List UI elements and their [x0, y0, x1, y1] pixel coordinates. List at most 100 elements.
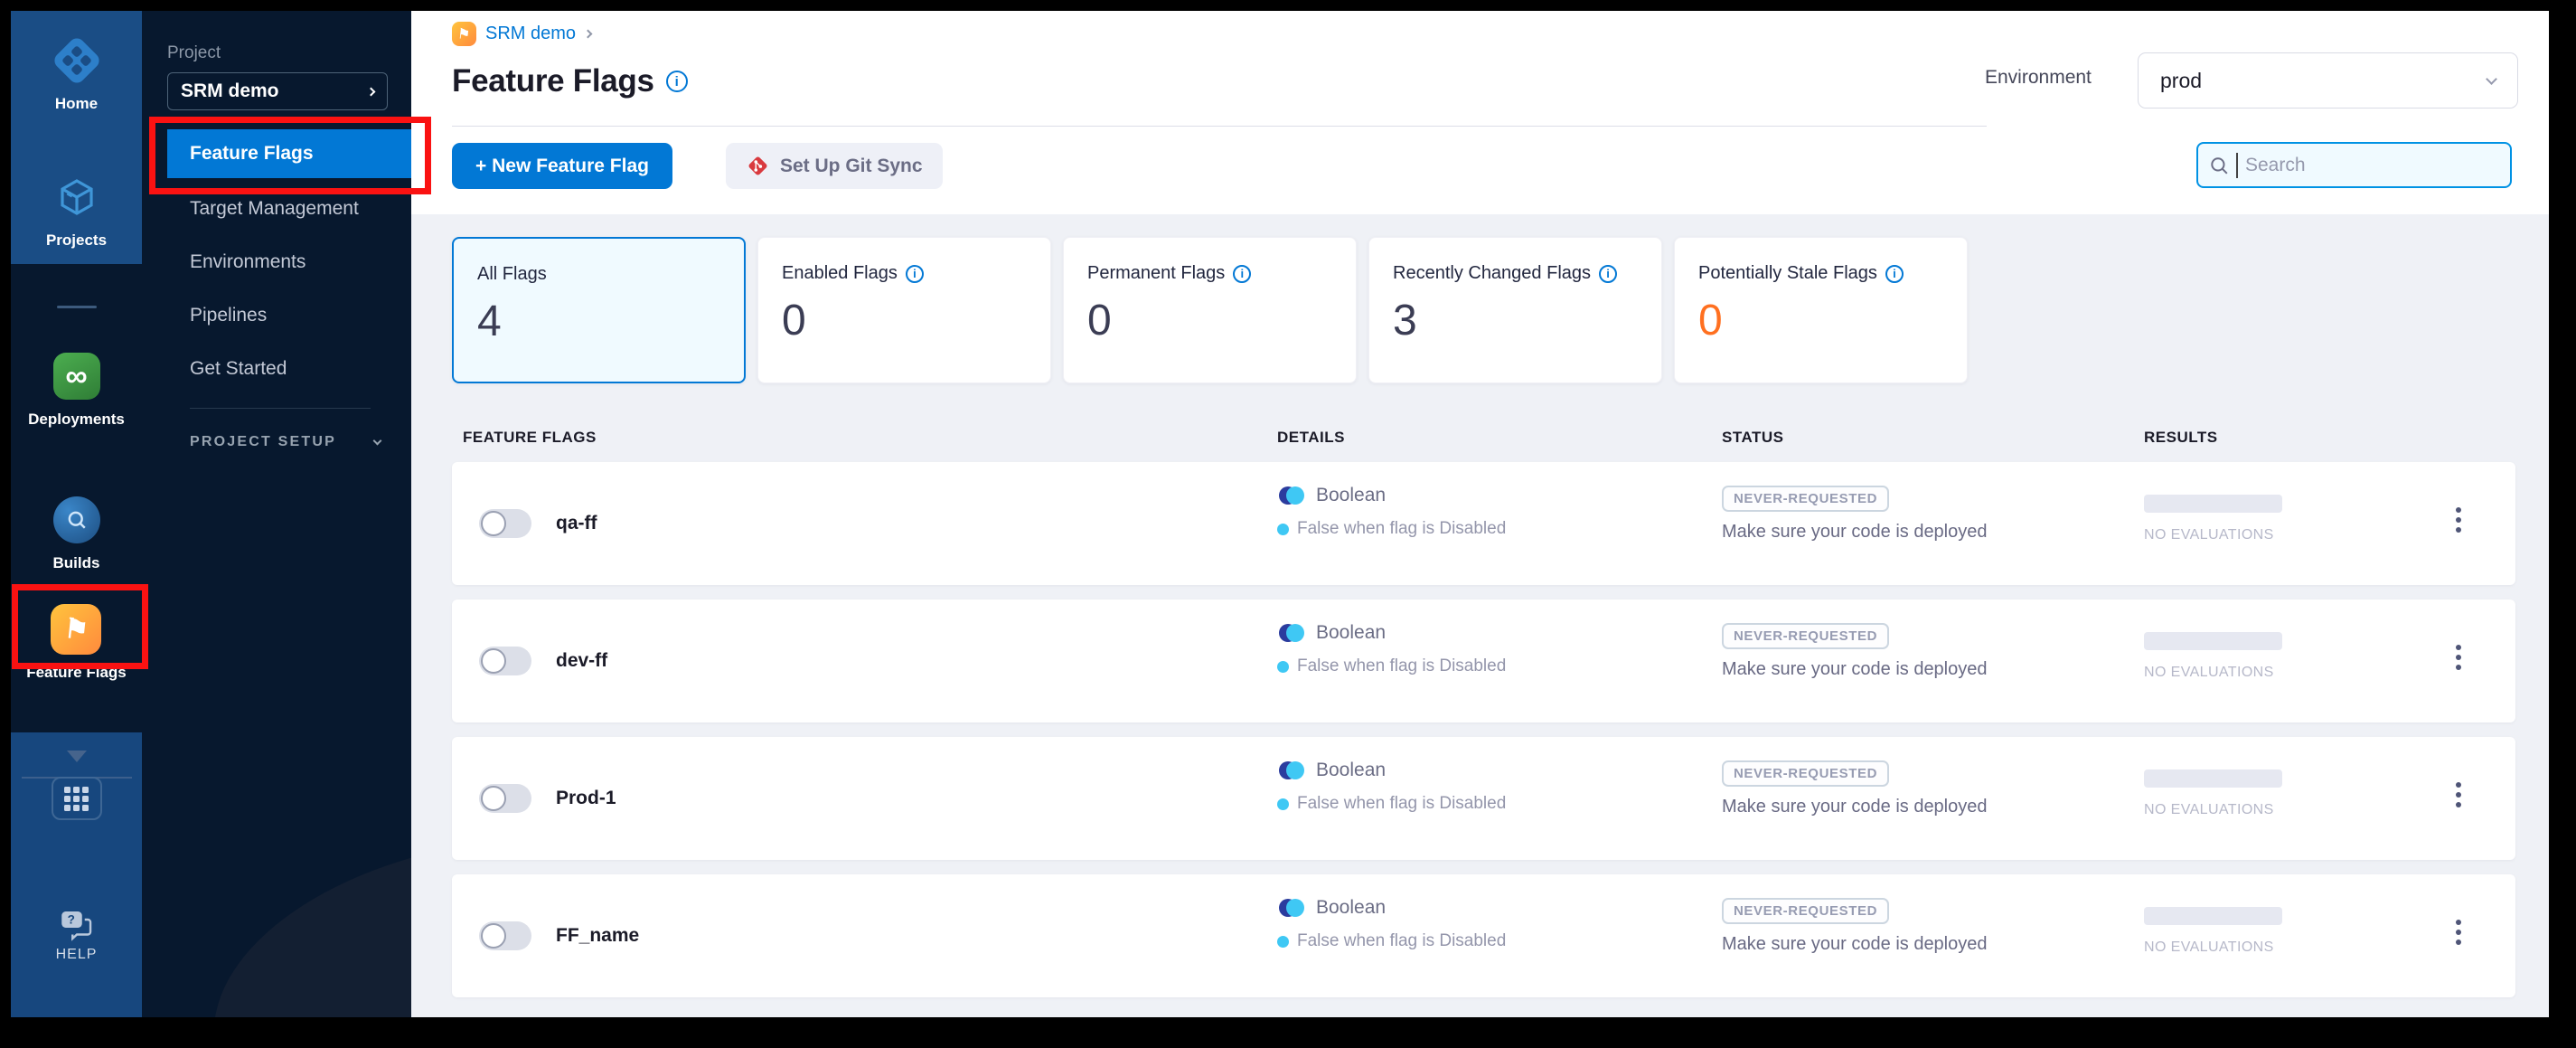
- flag-results: NO EVALUATIONS: [2144, 495, 2282, 543]
- flag-status: NEVER-REQUESTED Make sure your code is d…: [1722, 623, 1988, 680]
- sidebar-item-label: Deployments: [28, 411, 125, 428]
- chevron-down-icon[interactable]: [66, 751, 87, 762]
- environment-label: Environment: [1985, 67, 2092, 88]
- column-header-details: DETAILS: [1277, 429, 1345, 446]
- variation-dot-icon: [1277, 523, 1289, 535]
- status-badge: NEVER-REQUESTED: [1722, 623, 1890, 649]
- boolean-type-icon: [1279, 624, 1304, 642]
- stat-card-value: 4: [477, 297, 502, 345]
- variation-dot-icon: [1277, 798, 1289, 810]
- status-note: Make sure your code is deployed: [1722, 934, 1988, 954]
- table-row[interactable]: Prod-1 Boolean False when flag is Disabl…: [452, 737, 2515, 860]
- row-options-menu-button[interactable]: [2452, 504, 2465, 536]
- search-input[interactable]: [2245, 154, 2499, 176]
- help-label: HELP: [55, 947, 98, 962]
- module-picker-button[interactable]: [51, 777, 102, 820]
- project-setup-toggle[interactable]: PROJECT SETUP: [190, 434, 411, 450]
- stat-cards: All Flags 4 Enabled Flags 0 Permanent Fl…: [452, 237, 1968, 383]
- stat-card[interactable]: Enabled Flags 0: [757, 237, 1051, 383]
- sidebar-item-label: Feature Flags: [26, 664, 127, 681]
- stat-card-value: 0: [782, 297, 806, 345]
- table-row[interactable]: dev-ff Boolean False when flag is Disabl…: [452, 600, 2515, 722]
- title-row: Feature Flags: [452, 63, 688, 99]
- sidebar-item-projects[interactable]: Projects: [46, 171, 107, 250]
- flag-enabled-toggle[interactable]: [479, 784, 531, 813]
- table-row[interactable]: FF_name Boolean False when flag is Disab…: [452, 874, 2515, 997]
- chevron-right-icon: [366, 87, 376, 96]
- project-nav-item[interactable]: Pipelines: [142, 288, 411, 342]
- deployments-icon: ∞: [51, 350, 103, 402]
- project-name: SRM demo: [181, 80, 279, 101]
- chevron-down-icon: [2486, 72, 2497, 85]
- flag-enabled-toggle[interactable]: [479, 921, 531, 950]
- flag-enabled-toggle[interactable]: [479, 509, 531, 538]
- breadcrumb-project-link[interactable]: SRM demo: [485, 24, 576, 44]
- flag-details: Boolean False when flag is Disabled: [1277, 896, 1506, 951]
- sidebar-item-builds[interactable]: Builds: [51, 494, 103, 572]
- project-section-label: Project: [167, 43, 221, 62]
- projects-cube-icon: [51, 171, 103, 223]
- stat-card[interactable]: Permanent Flags 0: [1063, 237, 1357, 383]
- environment-select[interactable]: prod: [2138, 52, 2518, 109]
- row-options-menu-button[interactable]: [2452, 916, 2465, 949]
- flag-default-rule: False when flag is Disabled: [1297, 931, 1507, 950]
- project-nav-divider: [190, 408, 371, 409]
- search-icon: [2211, 156, 2228, 175]
- flag-name[interactable]: Prod-1: [556, 788, 616, 809]
- stat-card-label-row: Permanent Flags: [1087, 263, 1356, 284]
- environment-value: prod: [2160, 68, 2203, 92]
- page-header: SRM demo Feature Flags Environment prod …: [411, 11, 2549, 214]
- status-note: Make sure your code is deployed: [1722, 797, 1988, 817]
- setup-git-sync-button[interactable]: Set Up Git Sync: [726, 143, 943, 189]
- stat-card-label-row: All Flags: [477, 264, 744, 285]
- flag-name[interactable]: qa-ff: [556, 513, 597, 534]
- main-content: SRM demo Feature Flags Environment prod …: [411, 11, 2549, 1017]
- module-nav: Home Projects ∞ Deployments Builds ⚑ Fea…: [11, 11, 142, 1017]
- sidebar-item-feature-flags[interactable]: Feature Flags: [26, 603, 127, 682]
- flag-details: Boolean False when flag is Disabled: [1277, 759, 1506, 814]
- flag-default-rule: False when flag is Disabled: [1297, 656, 1507, 675]
- project-nav: Project SRM demo Feature Flags Target Man…: [142, 11, 411, 1017]
- stat-card[interactable]: All Flags 4: [452, 237, 746, 383]
- sidebar-item-label: Builds: [52, 554, 100, 571]
- rail-divider: [56, 306, 97, 308]
- info-icon[interactable]: [1599, 264, 1618, 283]
- info-icon[interactable]: [665, 71, 688, 92]
- column-header-feature-flags: FEATURE FLAGS: [463, 429, 597, 446]
- flag-enabled-toggle[interactable]: [479, 647, 531, 675]
- status-badge: NEVER-REQUESTED: [1722, 898, 1890, 924]
- project-nav-item[interactable]: Feature Flags: [167, 129, 411, 178]
- help-button[interactable]: ? HELP: [56, 909, 98, 963]
- sidebar-item-deployments[interactable]: ∞ Deployments: [28, 350, 125, 429]
- flag-name[interactable]: dev-ff: [556, 650, 607, 672]
- stat-card-label: All Flags: [477, 264, 547, 284]
- row-options-menu-button[interactable]: [2452, 779, 2465, 811]
- project-nav-item[interactable]: Target Management: [142, 182, 411, 235]
- project-nav-item[interactable]: Environments: [142, 235, 411, 288]
- table-row[interactable]: qa-ff Boolean False when flag is Disable…: [452, 462, 2515, 585]
- project-selector[interactable]: SRM demo: [167, 72, 388, 110]
- sidebar-item-label: Home: [54, 95, 99, 112]
- flag-table: qa-ff Boolean False when flag is Disable…: [452, 462, 2515, 997]
- stat-card[interactable]: Potentially Stale Flags 0: [1674, 237, 1968, 383]
- harness-home-icon: [51, 34, 103, 87]
- flag-status: NEVER-REQUESTED Make sure your code is d…: [1722, 760, 1988, 817]
- results-note: NO EVALUATIONS: [2144, 665, 2274, 680]
- boolean-type-icon: [1279, 899, 1304, 917]
- new-feature-flag-button[interactable]: + New Feature Flag: [452, 143, 672, 189]
- stat-card-label: Enabled Flags: [782, 263, 898, 283]
- stat-card-label-row: Potentially Stale Flags: [1698, 263, 1967, 284]
- sidebar-item-home[interactable]: Home: [51, 34, 103, 113]
- status-badge: NEVER-REQUESTED: [1722, 486, 1890, 512]
- results-note: NO EVALUATIONS: [2144, 802, 2274, 817]
- stat-card[interactable]: Recently Changed Flags 3: [1368, 237, 1662, 383]
- project-nav-item[interactable]: Get Started: [142, 342, 411, 395]
- grid-icon: [64, 786, 89, 811]
- info-icon[interactable]: [1885, 264, 1904, 283]
- info-icon[interactable]: [1233, 264, 1252, 283]
- row-options-menu-button[interactable]: [2452, 641, 2465, 674]
- flag-name[interactable]: FF_name: [556, 925, 639, 947]
- git-icon: [748, 156, 767, 175]
- info-icon[interactable]: [905, 264, 924, 283]
- flag-status: NEVER-REQUESTED Make sure your code is d…: [1722, 486, 1988, 543]
